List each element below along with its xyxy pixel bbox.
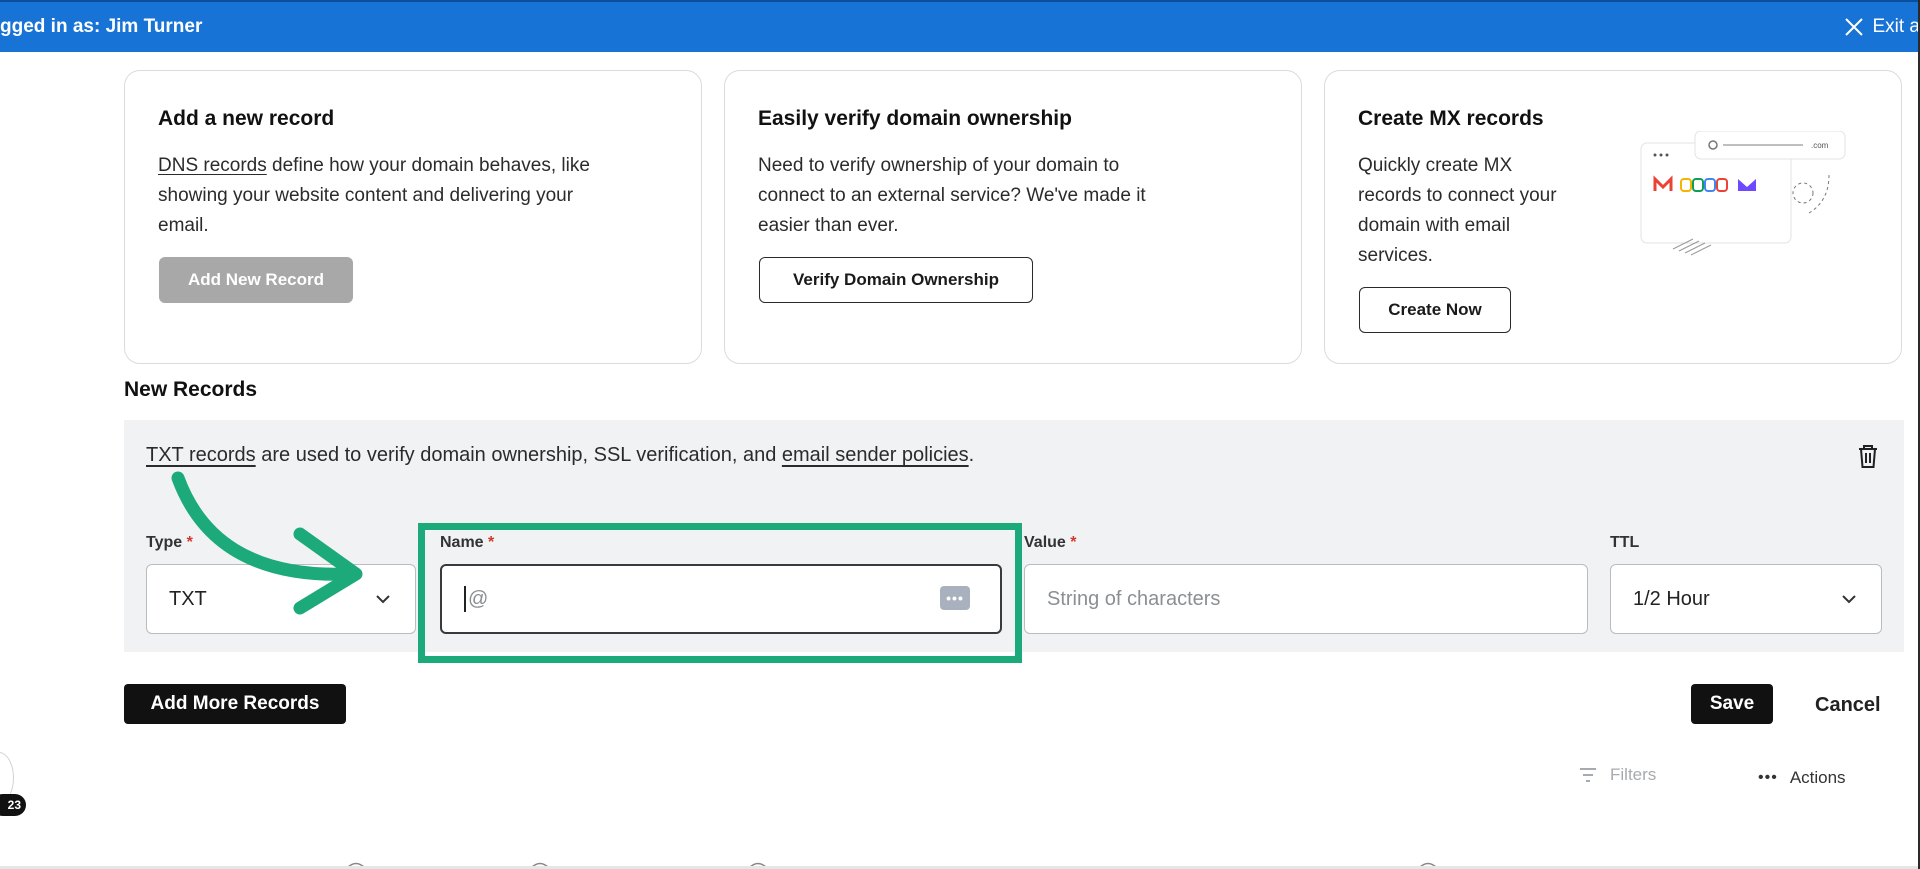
desc-text: define how your domain behaves, like [266,155,590,176]
value-placeholder: String of characters [1047,587,1221,610]
actions-menu-button[interactable]: ••• Actions [1758,768,1846,788]
desc-text: domain with email [1358,215,1511,236]
close-icon [1845,18,1864,36]
filters-button[interactable]: Filters [1578,765,1656,785]
add-record-card: Add a new record DNS records define how … [124,70,702,364]
cancel-button[interactable]: Cancel [1815,694,1881,717]
card-title: Add a new record [158,107,335,130]
email-sender-policies-link[interactable]: email sender policies [782,444,969,466]
desc-text: email. [158,215,209,236]
name-field-highlight [418,523,1022,663]
card-title: Create MX records [1358,107,1544,130]
record-info-text: TXT records are used to verify domain ow… [146,444,974,467]
verify-domain-ownership-button[interactable]: Verify Domain Ownership [759,257,1033,303]
create-mx-card: Create MX records Quickly create MX reco… [1324,70,1902,364]
card-description: DNS records define how your domain behav… [158,151,590,241]
value-input[interactable]: String of characters [1024,564,1588,634]
logged-in-text: gged in as: Jim Turner [0,16,203,37]
desc-text: services. [1358,245,1433,266]
value-label-text: Value [1024,534,1066,551]
card-description: Quickly create MX records to connect you… [1358,151,1557,271]
chevron-down-icon [1842,595,1856,604]
card-title: Easily verify domain ownership [758,107,1072,130]
logged-in-banner: gged in as: Jim Turner Exit a [0,0,1920,52]
filter-icon [1580,768,1596,782]
verify-domain-card: Easily verify domain ownership Need to v… [724,70,1302,364]
info-text: are used to verify domain ownership, SSL… [255,444,782,466]
filters-label: Filters [1610,765,1657,784]
dns-records-link[interactable]: DNS records [158,155,267,176]
card-description: Need to verify ownership of your domain … [758,151,1146,241]
ttl-select[interactable]: 1/2 Hour [1610,564,1882,634]
email-providers-illustration: .com [1640,131,1846,256]
desc-text: Need to verify ownership of your domain … [758,155,1120,176]
exit-label: Exit a [1872,16,1920,37]
annotation-arrow-icon [171,471,363,615]
value-label: Value * [1024,534,1077,552]
add-new-record-button[interactable]: Add New Record [159,257,353,303]
desc-text: Quickly create MX [1358,155,1513,176]
notification-badge: 23 [0,794,26,816]
required-mark: * [1070,534,1077,551]
ttl-label: TTL [1610,534,1640,551]
ttl-value: 1/2 Hour [1633,587,1710,610]
actions-label: Actions [1789,768,1846,787]
url-text: .com [1811,141,1829,150]
exit-button[interactable]: Exit a [1842,15,1920,39]
create-now-button[interactable]: Create Now [1359,287,1511,333]
add-more-records-button[interactable]: Add More Records [124,684,346,724]
section-title: New Records [124,378,258,401]
txt-records-link[interactable]: TXT records [146,444,256,466]
desc-text: easier than ever. [758,215,899,236]
desc-text: connect to an external service? We've ma… [758,185,1146,206]
save-button[interactable]: Save [1691,684,1773,724]
trash-icon[interactable] [1852,440,1884,472]
desc-text: showing your website content and deliver… [158,185,574,206]
more-dots-icon: ••• [1758,769,1778,786]
info-end: . [968,444,975,466]
desc-text: records to connect your [1358,185,1557,206]
